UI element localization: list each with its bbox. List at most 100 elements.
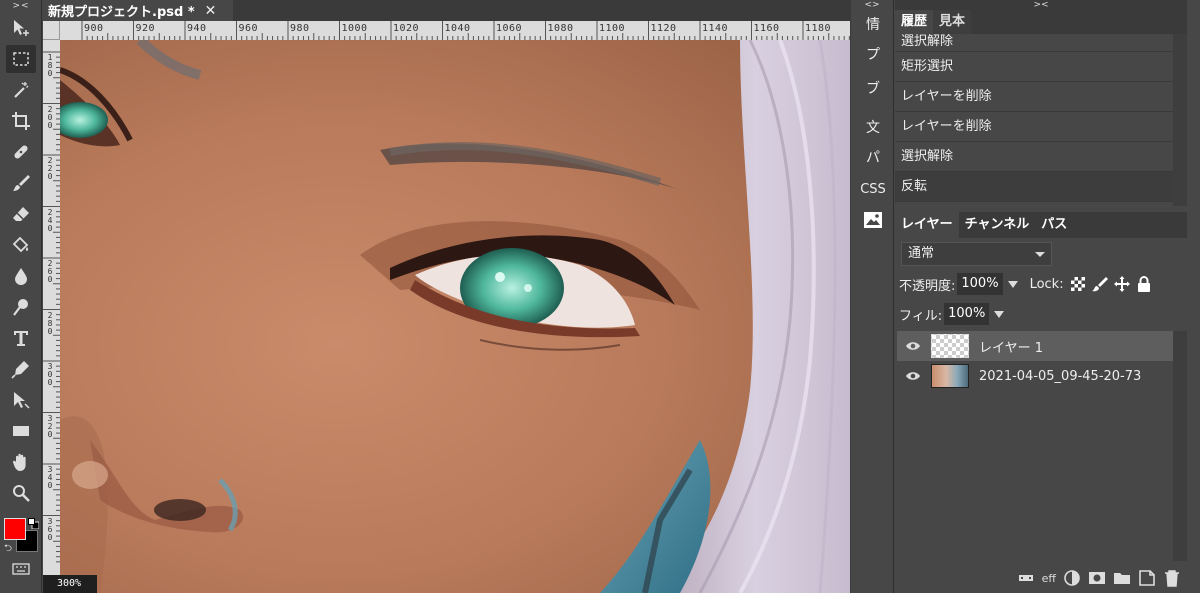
tab-swatches[interactable]: 見本 — [933, 10, 972, 34]
layer-name: レイヤー 1 — [979, 340, 1044, 356]
image-panel-button[interactable] — [851, 211, 895, 233]
lock-transparency-icon[interactable] — [1070, 276, 1086, 292]
eraser-tool[interactable] — [6, 200, 36, 228]
lock-label: Lock: — [1029, 276, 1064, 292]
tools-panel: >< ⮌ — [0, 0, 42, 593]
marquee-tool[interactable] — [6, 45, 36, 73]
lock-position-icon[interactable] — [1113, 276, 1130, 292]
rectangle-icon — [13, 426, 29, 436]
healing-tool[interactable] — [6, 138, 36, 166]
document-tab-title: 新規プロジェクト.psd * — [48, 5, 195, 20]
chevron-down-icon — [1035, 252, 1045, 257]
keyboard-icon[interactable] — [12, 562, 30, 576]
link-layers-icon[interactable] — [1017, 569, 1035, 587]
effects-button[interactable]: eff — [1042, 572, 1056, 585]
history-item[interactable]: 選択解除 — [895, 34, 1173, 52]
panel-icon-strip: <> 情 プ ブ 文 パ CSS — [850, 0, 894, 593]
blend-mode-select[interactable]: 通常 — [901, 242, 1052, 266]
layer-name: 2021-04-05_09-45-20-73 — [979, 368, 1142, 384]
ruler-left-label: 280 — [47, 310, 53, 336]
ruler-top-label: 1160 — [753, 23, 780, 34]
tab-layers[interactable]: レイヤー — [895, 212, 959, 238]
ruler-left-label: 220 — [47, 156, 53, 181]
fill-tool[interactable] — [6, 231, 36, 259]
ruler-top-label: 940 — [187, 23, 207, 34]
crop-tool[interactable] — [6, 107, 36, 135]
delete-layer-icon[interactable] — [1163, 569, 1181, 587]
path-select-tool[interactable] — [6, 386, 36, 414]
right-panel-collapse-toggle[interactable]: >< — [895, 0, 1187, 10]
lock-pixels-icon[interactable] — [1091, 276, 1108, 292]
properties-panel-button[interactable]: プ — [851, 44, 895, 64]
new-layer-icon[interactable] — [1138, 569, 1156, 587]
layers-scrollbar[interactable] — [1173, 331, 1187, 561]
eye-icon[interactable] — [905, 368, 921, 384]
ruler-top-label: 1020 — [393, 23, 420, 34]
toolbar-collapse-toggle[interactable]: >< — [0, 0, 42, 12]
eye-icon[interactable] — [905, 338, 921, 354]
ruler-left-label: 300 — [47, 362, 53, 387]
document-tabs: 新規プロジェクト.psd * ✕ — [43, 0, 850, 21]
type-icon — [14, 331, 28, 346]
layer-mask-icon[interactable] — [1088, 569, 1106, 587]
history-item[interactable]: 矩形選択 — [895, 52, 1173, 82]
opacity-input[interactable]: 100% — [957, 273, 1003, 295]
foreground-color-swatch[interactable] — [4, 518, 26, 540]
layer-row[interactable]: 2021-04-05_09-45-20-73 — [897, 361, 1173, 391]
history-item[interactable]: 選択解除 — [895, 142, 1173, 172]
zoom-tool[interactable] — [6, 479, 36, 507]
default-colors-icon[interactable] — [28, 518, 39, 529]
magnifier-icon — [13, 485, 30, 502]
tab-history[interactable]: 履歴 — [895, 10, 934, 34]
hand-tool[interactable] — [6, 448, 36, 476]
panel-edge — [1187, 0, 1200, 593]
strip-collapse-toggle[interactable]: <> — [851, 0, 893, 10]
swap-colors-icon[interactable]: ⮌ — [4, 541, 12, 558]
tab-paths[interactable]: パス — [1035, 212, 1073, 238]
bandage-icon — [14, 145, 28, 159]
ruler-top-label: 960 — [238, 23, 259, 34]
blur-tool[interactable] — [6, 262, 36, 290]
lock-all-icon[interactable] — [1136, 276, 1152, 292]
layers-list: レイヤー 1 2021-04-05_09-45-20-73 — [897, 331, 1173, 391]
hand-icon — [12, 453, 26, 471]
pen-tool[interactable] — [6, 355, 36, 383]
ruler-top-label: 1040 — [444, 23, 471, 34]
ruler-top-label: 1120 — [650, 23, 677, 34]
ruler-top-label: 1100 — [599, 23, 626, 34]
tab-channels[interactable]: チャンネル — [959, 212, 1036, 238]
ruler-top-label: 1060 — [496, 23, 523, 34]
photo-editor-app: >< ⮌ 新規プロジェクト.psd * ✕ 300% <> 情 プ ブ 文 パ … — [0, 0, 1200, 593]
move-tool[interactable] — [6, 14, 36, 42]
dodge-tool[interactable] — [6, 293, 36, 321]
history-item[interactable]: レイヤーを削除 — [895, 112, 1173, 142]
fill-dropdown-icon[interactable] — [994, 310, 1005, 318]
drop-icon — [15, 268, 27, 285]
layer-row[interactable]: レイヤー 1 — [897, 331, 1173, 361]
close-tab-icon[interactable]: ✕ — [205, 3, 217, 19]
paragraph-panel-button[interactable]: パ — [851, 147, 895, 167]
ruler-top-labels: 900 920 940 960 980 1000 1020 1040 1060 1080 1100 1… — [60, 21, 850, 40]
history-scrollbar[interactable] — [1173, 34, 1187, 206]
magic-wand-tool[interactable] — [6, 76, 36, 104]
type-tool[interactable] — [6, 324, 36, 352]
ruler-left-labels: 180 200 220 240 260 280 300 320 340 360 — [43, 40, 60, 593]
shape-tool[interactable] — [6, 417, 36, 445]
brush-tool[interactable] — [6, 169, 36, 197]
brush-panel-button[interactable]: ブ — [851, 78, 895, 98]
history-item[interactable]: レイヤーを削除 — [895, 82, 1173, 112]
new-folder-icon[interactable] — [1113, 569, 1131, 587]
ruler-left-label: 240 — [47, 207, 53, 233]
fill-input[interactable]: 100% — [944, 303, 990, 325]
opacity-dropdown-icon[interactable] — [1007, 280, 1018, 288]
layers-footer: eff — [995, 566, 1187, 590]
history-item-current[interactable]: 反転 — [895, 172, 1173, 202]
css-panel-button[interactable]: CSS — [851, 182, 895, 197]
ruler-top-label: 1180 — [805, 23, 832, 34]
document-tab[interactable]: 新規プロジェクト.psd * ✕ — [43, 0, 233, 21]
character-panel-button[interactable]: 文 — [851, 117, 895, 137]
right-panel: >< 履歴 見本 選択解除 矩形選択 レイヤーを削除 レイヤーを削除 選択解除 … — [895, 0, 1200, 593]
image-canvas[interactable] — [60, 40, 850, 593]
info-panel-button[interactable]: 情 — [851, 14, 895, 34]
adjustment-layer-icon[interactable] — [1063, 569, 1081, 587]
